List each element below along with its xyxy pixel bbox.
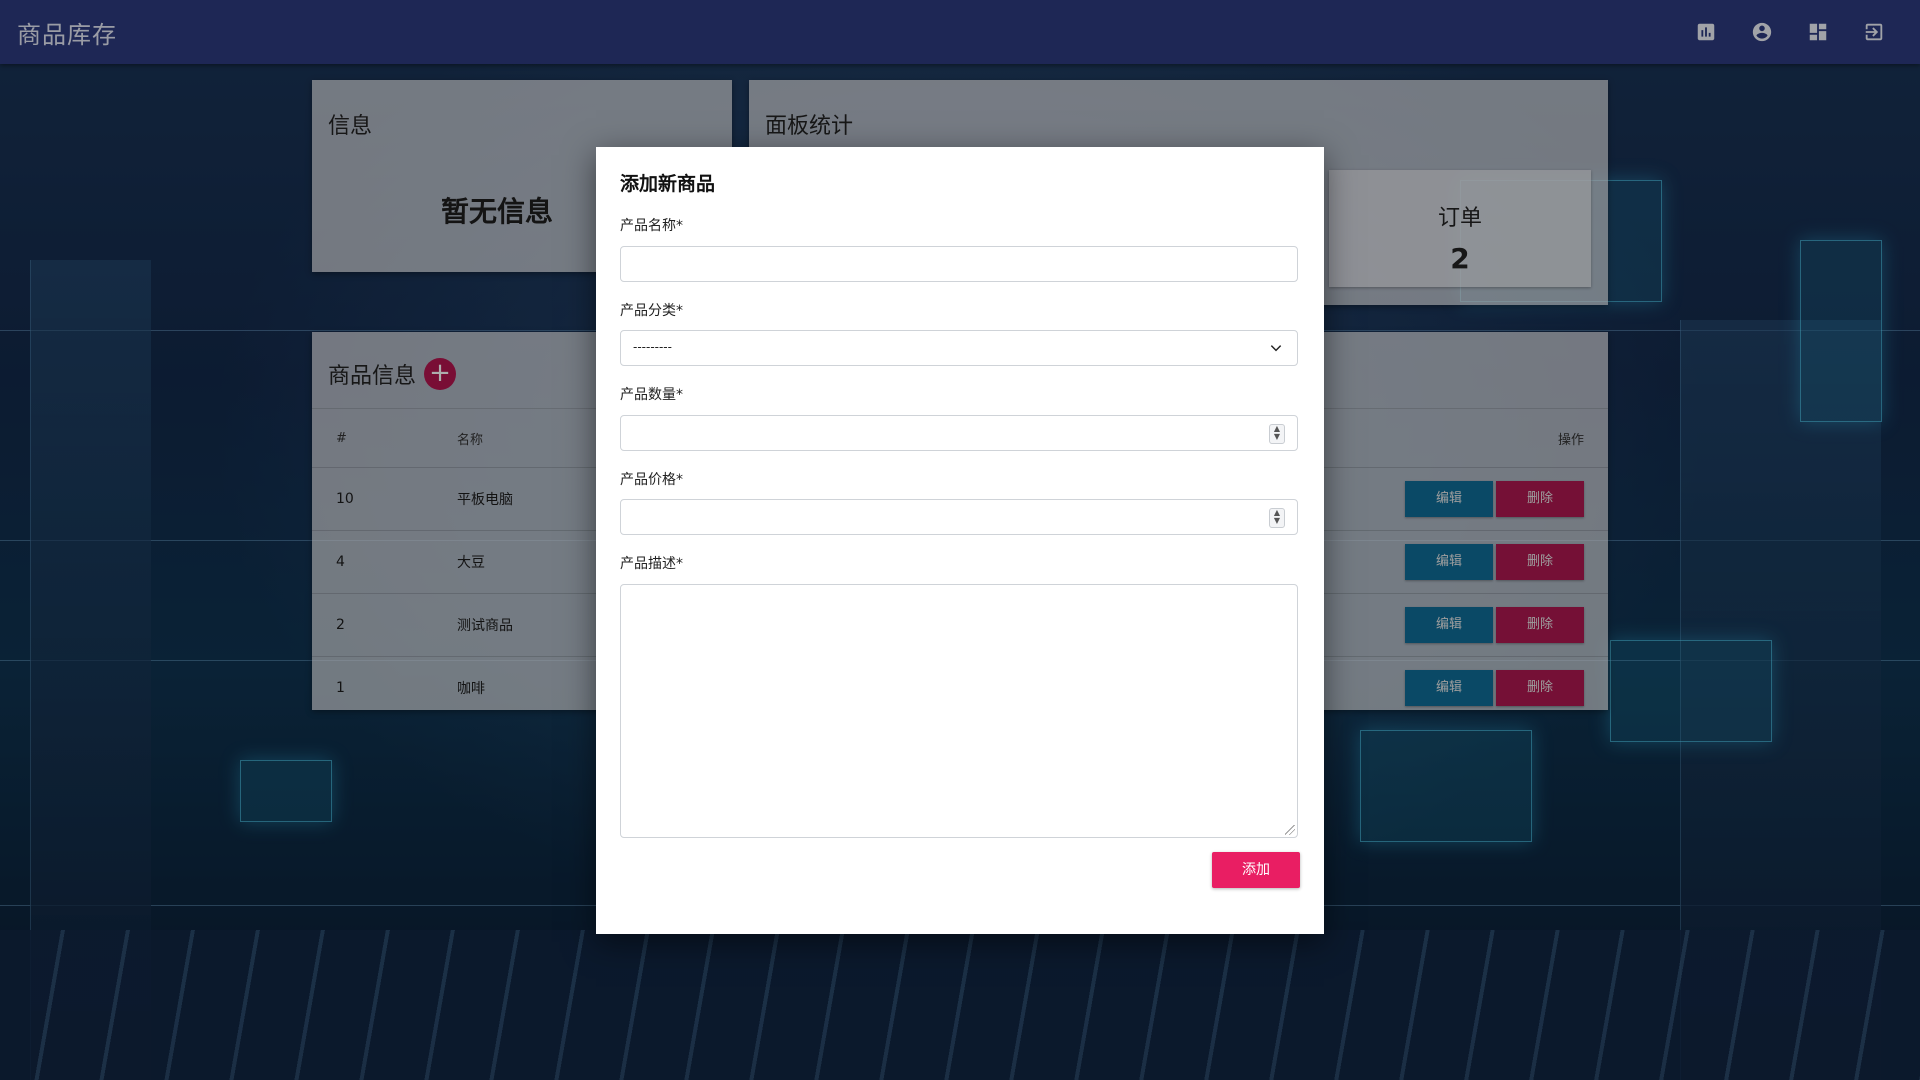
product-price-input[interactable]: ▲ ▼ [620, 499, 1298, 535]
product-quantity-label: 产品数量* [620, 387, 683, 403]
number-spinner-icon[interactable]: ▲ ▼ [1269, 424, 1285, 444]
product-category-label: 产品分类* [620, 303, 683, 319]
product-name-input[interactable] [620, 246, 1298, 282]
product-description-label: 产品描述* [620, 556, 683, 572]
dialog-title: 添加新商品 [620, 173, 716, 195]
product-quantity-input[interactable]: ▲ ▼ [620, 415, 1298, 451]
product-price-label: 产品价格* [620, 472, 683, 488]
number-spinner-icon[interactable]: ▲ ▼ [1269, 508, 1285, 528]
add-product-dialog: 添加新商品 产品名称* 产品分类* --------- 产品数量* ▲ ▼ 产品价… [596, 147, 1324, 934]
product-name-label: 产品名称* [620, 218, 683, 234]
add-submit-button[interactable]: 添加 [1212, 852, 1300, 888]
category-selected-value: --------- [633, 340, 672, 354]
chevron-down-icon [1270, 345, 1282, 352]
product-description-textarea[interactable] [620, 584, 1298, 838]
product-category-select[interactable]: --------- [620, 330, 1298, 366]
resize-handle-icon[interactable] [1285, 825, 1295, 835]
